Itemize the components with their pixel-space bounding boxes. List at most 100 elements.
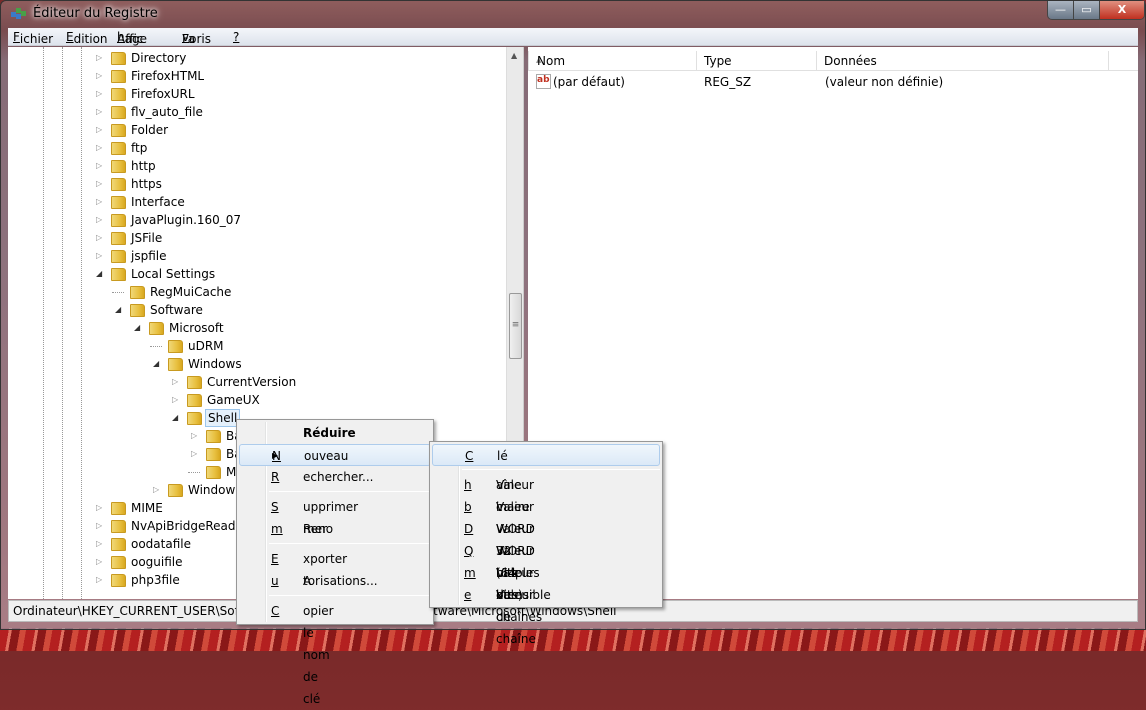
submenu-item[interactable]: Valeur de chaînes m ultiples xyxy=(432,562,660,624)
expanded-arrow-icon[interactable]: ◢ xyxy=(134,319,144,337)
submenu-item[interactable]: Valeur c h aîne xyxy=(432,474,660,514)
expanded-arrow-icon[interactable]: ◢ xyxy=(172,409,182,427)
collapsed-arrow-icon[interactable]: ▷ xyxy=(96,121,106,139)
context-menu-item[interactable]: Reno m mer xyxy=(239,518,431,540)
context-menu-item[interactable]: Rechercher... xyxy=(239,466,431,488)
tree-item[interactable]: ▷ JSFile xyxy=(8,229,503,247)
access-key: b xyxy=(464,500,472,514)
context-menu-item[interactable]: Nouveau ▶ xyxy=(239,444,431,466)
collapsed-arrow-icon[interactable]: ▷ xyxy=(172,391,182,409)
submenu-item[interactable]: Clé xyxy=(432,444,660,466)
tree-item[interactable]: ▷ GameUX xyxy=(8,391,503,409)
value-row[interactable]: ab (par défaut) REG_SZ (valeur non défin… xyxy=(528,73,1138,91)
tree-item-label: http xyxy=(131,159,156,173)
context-menu-item[interactable]: Réduire xyxy=(239,422,431,444)
context-menu-item[interactable]: Au torisations... xyxy=(239,570,431,592)
tree-item[interactable]: ▷ Interface xyxy=(8,193,503,211)
folder-icon xyxy=(111,160,126,173)
tree-item[interactable]: ◢ Windows xyxy=(8,355,503,373)
folder-icon xyxy=(168,484,183,497)
collapsed-arrow-icon[interactable]: ▷ xyxy=(191,427,201,445)
access-key: R xyxy=(271,470,280,484)
collapsed-arrow-icon[interactable]: ▷ xyxy=(96,103,106,121)
folder-icon xyxy=(111,268,126,281)
collapsed-arrow-icon[interactable]: ▷ xyxy=(96,49,106,67)
label-part: inaire xyxy=(496,500,530,514)
collapsed-arrow-icon[interactable]: ▷ xyxy=(96,535,106,553)
maximize-button[interactable]: ▭ xyxy=(1074,1,1100,19)
collapsed-arrow-icon[interactable]: ▷ xyxy=(96,553,106,571)
collapsed-arrow-icon[interactable]: ▷ xyxy=(96,211,106,229)
tree-item-label: Windows xyxy=(188,483,242,497)
collapsed-arrow-icon[interactable]: ▷ xyxy=(96,499,106,517)
submenu-item[interactable]: Valeur b inaire xyxy=(432,496,660,518)
submenu-item[interactable]: Valeur Q WORD (64 bits) xyxy=(432,540,660,602)
collapsed-arrow-icon[interactable]: ▷ xyxy=(153,481,163,499)
collapsed-arrow-icon[interactable]: ▷ xyxy=(96,193,106,211)
folder-icon xyxy=(111,232,126,245)
collapsed-arrow-icon[interactable]: ▷ xyxy=(96,157,106,175)
context-menu-item[interactable]: Exporter xyxy=(239,548,431,570)
tree-item-label: Interface xyxy=(131,195,185,209)
tree-item[interactable]: ▷ FirefoxURL xyxy=(8,85,503,103)
tree-item[interactable]: ◢ Software xyxy=(8,301,503,319)
menu-[interactable]: ? xyxy=(233,30,239,44)
tree-item-label: Software xyxy=(150,303,203,317)
tree-item[interactable]: ▷ Directory xyxy=(8,49,503,67)
tree-item[interactable]: ▷ flv_auto_file xyxy=(8,103,503,121)
minimize-button[interactable]: — xyxy=(1048,1,1074,19)
collapsed-arrow-icon[interactable]: ▷ xyxy=(191,445,201,463)
access-key: C xyxy=(271,604,280,618)
tree-item[interactable]: uDRM xyxy=(8,337,503,355)
submenu-item[interactable]: Valeur D WORD 32 bits xyxy=(432,518,660,580)
menu-favoris[interactable]: Fa v oris xyxy=(182,30,211,46)
column-header-type[interactable]: Type xyxy=(704,54,732,68)
collapsed-arrow-icon[interactable]: ▷ xyxy=(96,571,106,589)
folder-icon xyxy=(130,286,145,299)
tree-item[interactable]: ◢ Microsoft xyxy=(8,319,503,337)
close-button[interactable]: X xyxy=(1100,1,1144,19)
tree-item[interactable]: ▷ JavaPlugin.160_07 xyxy=(8,211,503,229)
menu-fichier[interactable]: Fichier xyxy=(13,30,53,46)
context-menu-item[interactable]: Supprimer xyxy=(239,496,431,518)
collapsed-arrow-icon[interactable]: ▷ xyxy=(96,517,106,535)
label-part: upprimer xyxy=(303,500,359,514)
column-header-data[interactable]: Données xyxy=(824,54,877,68)
column-header-name[interactable]: Nom xyxy=(537,54,565,68)
menu-edition[interactable]: Edition xyxy=(66,30,108,46)
tree-item[interactable]: ▷ ftp xyxy=(8,139,503,157)
expanded-arrow-icon[interactable]: ◢ xyxy=(96,265,106,283)
menu-item-label: Valeur D WORD 32 bits xyxy=(464,518,535,580)
collapsed-arrow-icon[interactable]: ▷ xyxy=(96,85,106,103)
tree-item[interactable]: ▷ Folder xyxy=(8,121,503,139)
context-menu-item[interactable]: Copier le nom de clé xyxy=(239,600,431,706)
tree-item[interactable]: RegMuiCache xyxy=(8,283,503,301)
access-key: m xyxy=(464,566,476,580)
collapsed-arrow-icon[interactable]: ▷ xyxy=(96,247,106,265)
tree-item[interactable]: ▷ https xyxy=(8,175,503,193)
tree-item[interactable]: ▷ CurrentVersion xyxy=(8,373,503,391)
scroll-up-icon[interactable]: ▲ xyxy=(511,51,517,60)
access-key: m xyxy=(271,522,283,536)
folder-icon xyxy=(206,466,221,479)
menu-item-label: Clé xyxy=(465,445,508,467)
collapsed-arrow-icon[interactable]: ▷ xyxy=(96,175,106,193)
tree-item[interactable]: ◢ Local Settings xyxy=(8,265,503,283)
collapsed-arrow-icon[interactable]: ▷ xyxy=(172,373,182,391)
label-part: ichier xyxy=(19,32,54,46)
expanded-arrow-icon[interactable]: ◢ xyxy=(153,355,163,373)
values-header: Nom Type Données xyxy=(528,51,1138,71)
scrollbar-thumb[interactable]: ≡ xyxy=(509,293,522,359)
tree-item[interactable]: ▷ http xyxy=(8,157,503,175)
tree-item[interactable]: ▷ jspfile xyxy=(8,247,503,265)
folder-icon xyxy=(206,448,221,461)
collapsed-arrow-icon[interactable]: ▷ xyxy=(96,229,106,247)
menu-affichage[interactable]: Affic h age xyxy=(117,30,147,46)
expanded-arrow-icon[interactable]: ◢ xyxy=(115,301,125,319)
folder-icon xyxy=(111,142,126,155)
submenu-item[interactable]: Valeur de chaîne e xtensible xyxy=(432,584,660,646)
collapsed-arrow-icon[interactable]: ▷ xyxy=(96,67,106,85)
folder-icon xyxy=(111,106,126,119)
tree-item[interactable]: ▷ FirefoxHTML xyxy=(8,67,503,85)
collapsed-arrow-icon[interactable]: ▷ xyxy=(96,139,106,157)
